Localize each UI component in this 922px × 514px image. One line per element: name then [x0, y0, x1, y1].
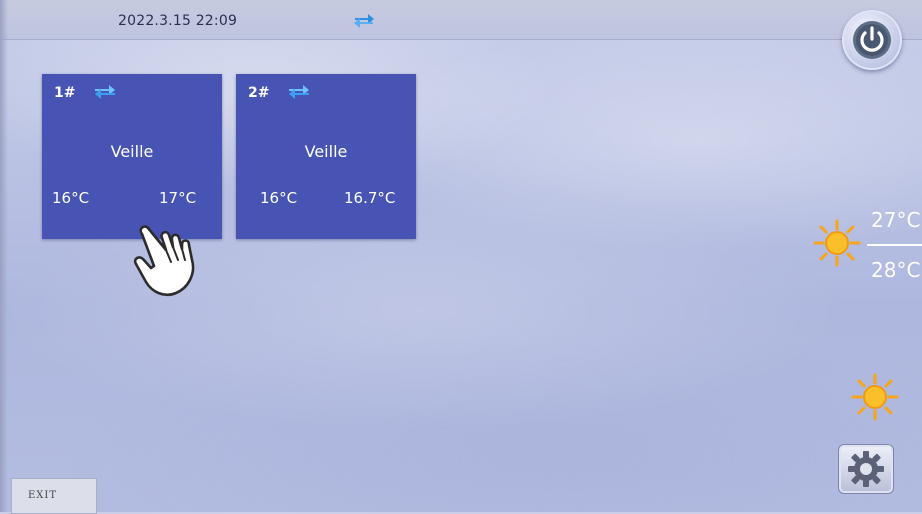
screen-edge [0, 0, 8, 512]
power-button[interactable] [842, 10, 902, 70]
unit-water-temp: 16°C [260, 189, 298, 207]
unit-id: 1# [54, 85, 76, 101]
exit-label: EXIT [28, 490, 58, 501]
unit-card-2[interactable]: 2# Veille 16°C 16.7°C [236, 74, 416, 239]
power-icon [853, 21, 891, 59]
sun-icon[interactable] [850, 372, 900, 422]
hand-pointer-icon [133, 225, 195, 297]
outdoor-temp-low: 28°C [871, 258, 921, 282]
unit-id: 2# [248, 85, 270, 101]
exit-button[interactable]: EXIT [11, 478, 97, 514]
unit-card-1[interactable]: 1# Veille 16°C 17°C [42, 74, 222, 239]
swap-arrows-icon [289, 85, 309, 99]
unit-status: Veille [304, 142, 348, 161]
datetime-display: 2022.3.15 22:09 [118, 13, 238, 29]
swap-arrows-icon [354, 14, 374, 28]
gear-icon [848, 451, 884, 487]
outdoor-temp-high: 27°C [871, 208, 921, 232]
settings-button[interactable] [838, 444, 894, 494]
unit-status: Veille [110, 142, 154, 161]
unit-water-temp: 16°C [52, 189, 90, 207]
temp-divider [867, 244, 922, 246]
unit-setpoint-temp: 17°C [159, 189, 197, 207]
unit-setpoint-temp: 16.7°C [344, 189, 396, 207]
sun-icon [813, 219, 861, 267]
swap-arrows-icon [95, 85, 115, 99]
